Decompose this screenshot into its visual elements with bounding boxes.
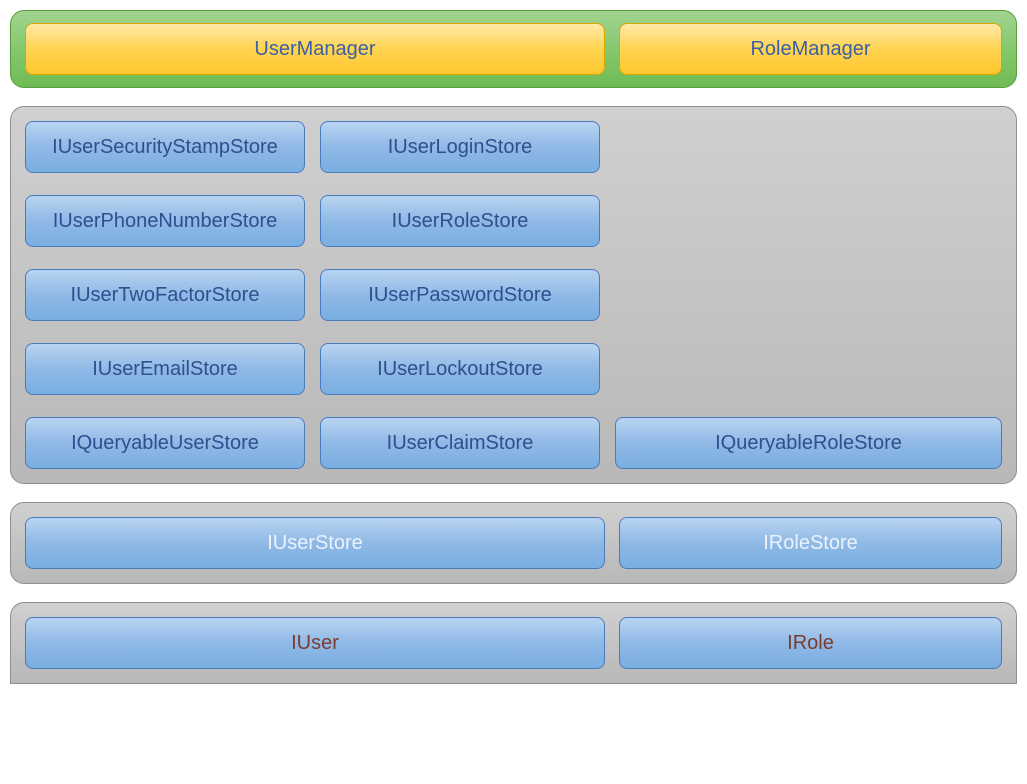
user-manager-box: UserManager bbox=[25, 23, 605, 75]
interface-column-a: IUserSecurityStampStore IUserPhoneNumber… bbox=[25, 121, 305, 469]
iqueryable-role-store: IQueryableRoleStore bbox=[615, 417, 1002, 469]
iuser-claim-store: IUserClaimStore bbox=[320, 417, 600, 469]
interface-column-c: IQueryableRoleStore bbox=[615, 121, 1002, 469]
iuser-role-store: IUserRoleStore bbox=[320, 195, 600, 247]
managers-layer: UserManager RoleManager bbox=[10, 10, 1017, 88]
iuser-lockout-store: IUserLockoutStore bbox=[320, 343, 600, 395]
iuser-password-store: IUserPasswordStore bbox=[320, 269, 600, 321]
entity-layer: IUser IRole bbox=[10, 602, 1017, 684]
iuser-store-box: IUserStore bbox=[25, 517, 605, 569]
irole-store-box: IRoleStore bbox=[619, 517, 1002, 569]
iuser-box: IUser bbox=[25, 617, 605, 669]
interface-columns: IUserSecurityStampStore IUserPhoneNumber… bbox=[25, 121, 1002, 469]
iqueryable-user-store: IQueryableUserStore bbox=[25, 417, 305, 469]
iuser-phone-number-store: IUserPhoneNumberStore bbox=[25, 195, 305, 247]
interface-column-b: IUserLoginStore IUserRoleStore IUserPass… bbox=[320, 121, 600, 469]
store-layer: IUserStore IRoleStore bbox=[10, 502, 1017, 584]
iuser-security-stamp-store: IUserSecurityStampStore bbox=[25, 121, 305, 173]
optional-interfaces-layer: IUserSecurityStampStore IUserPhoneNumber… bbox=[10, 106, 1017, 484]
iuser-login-store: IUserLoginStore bbox=[320, 121, 600, 173]
iuser-two-factor-store: IUserTwoFactorStore bbox=[25, 269, 305, 321]
iuser-email-store: IUserEmailStore bbox=[25, 343, 305, 395]
role-manager-box: RoleManager bbox=[619, 23, 1002, 75]
irole-box: IRole bbox=[619, 617, 1002, 669]
